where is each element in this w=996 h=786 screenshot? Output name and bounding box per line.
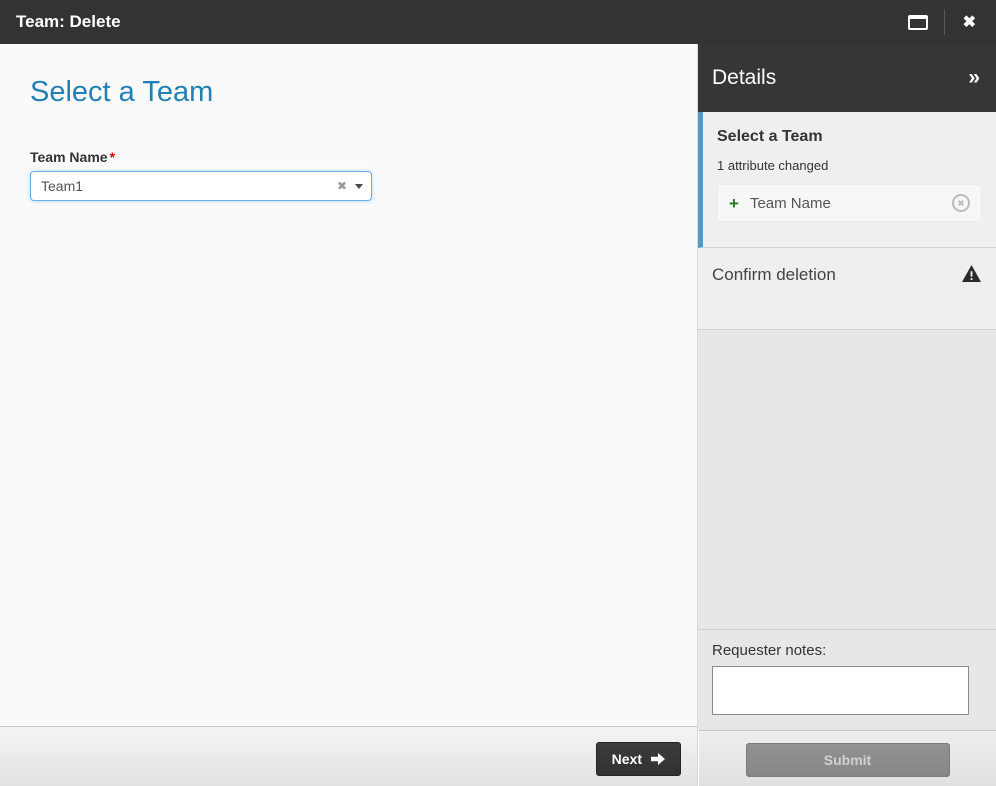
submit-button[interactable]: Submit bbox=[746, 743, 950, 777]
collapse-panel-button[interactable]: » bbox=[968, 66, 980, 90]
team-name-combobox[interactable]: ✖ bbox=[30, 171, 372, 201]
close-icon: ✖ bbox=[963, 14, 976, 31]
changed-attribute-label: Team Name bbox=[750, 195, 952, 212]
arrow-right-icon bbox=[651, 753, 665, 765]
details-confirm-section: Confirm deletion bbox=[698, 248, 996, 330]
wizard-footer: Next bbox=[0, 726, 697, 786]
circled-x-icon: ✖ bbox=[958, 199, 965, 208]
titlebar: Team: Delete ✖ bbox=[0, 0, 996, 44]
titlebar-actions: ✖ bbox=[906, 9, 980, 35]
required-asterisk: * bbox=[110, 149, 115, 165]
confirm-deletion-title: Confirm deletion bbox=[712, 265, 836, 285]
team-name-label: Team Name* bbox=[30, 149, 372, 165]
next-button[interactable]: Next bbox=[596, 742, 681, 776]
warning-triangle-icon bbox=[962, 265, 981, 282]
details-title: Details bbox=[712, 66, 776, 90]
remove-change-button[interactable]: ✖ bbox=[952, 194, 970, 212]
requester-notes-block: Requester notes: bbox=[698, 629, 996, 730]
details-header: Details » bbox=[698, 44, 996, 112]
titlebar-divider bbox=[944, 9, 945, 35]
caret-down-icon[interactable] bbox=[355, 184, 363, 189]
details-footer: Submit bbox=[698, 730, 996, 786]
clear-selection-icon[interactable]: ✖ bbox=[333, 180, 351, 192]
maximize-window-icon bbox=[908, 15, 928, 30]
close-button[interactable]: ✖ bbox=[959, 10, 980, 34]
step-content: Select a Team Team Name* ✖ bbox=[0, 44, 697, 726]
chevron-double-right-icon: » bbox=[968, 66, 980, 89]
details-step-section-active: Select a Team 1 attribute changed + Team… bbox=[698, 112, 996, 248]
modal-body: Select a Team Team Name* ✖ Next bbox=[0, 44, 996, 786]
details-sidebar: Details » Select a Team 1 attribute chan… bbox=[697, 44, 996, 786]
step-heading: Select a Team bbox=[30, 76, 667, 109]
maximize-button[interactable] bbox=[906, 13, 930, 32]
team-name-input[interactable] bbox=[31, 178, 333, 194]
attribute-changed-count: 1 attribute changed bbox=[717, 158, 982, 173]
next-button-label: Next bbox=[612, 751, 642, 767]
wizard-step-pane: Select a Team Team Name* ✖ Next bbox=[0, 44, 697, 786]
plus-icon: + bbox=[729, 195, 739, 212]
details-empty-area bbox=[698, 330, 996, 629]
changed-attribute-card[interactable]: + Team Name ✖ bbox=[717, 184, 982, 222]
team-delete-modal: Team: Delete ✖ Select a Team Team Name* bbox=[0, 0, 996, 786]
team-name-form-group: Team Name* ✖ bbox=[30, 149, 372, 201]
requester-notes-textarea[interactable] bbox=[712, 666, 969, 715]
window-title: Team: Delete bbox=[16, 12, 906, 32]
details-step-title: Select a Team bbox=[717, 128, 982, 146]
requester-notes-label: Requester notes: bbox=[712, 642, 982, 659]
